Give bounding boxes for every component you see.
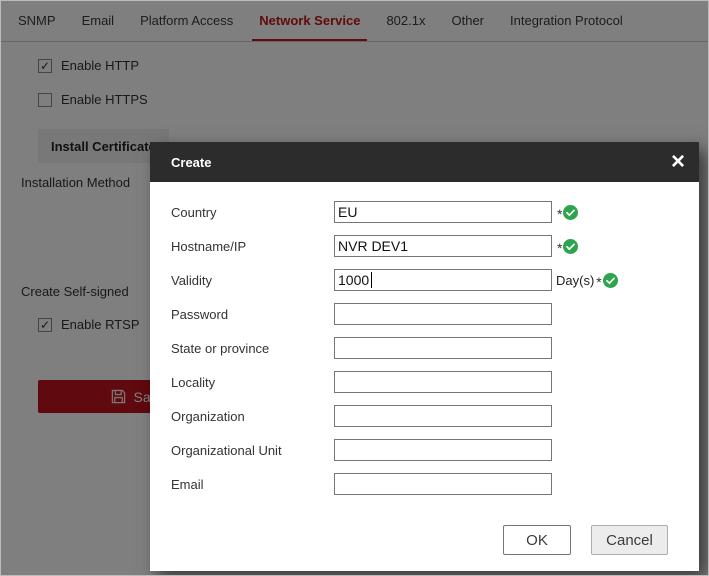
dialog-button-row: OK Cancel (503, 525, 668, 555)
valid-check-icon (603, 273, 618, 288)
close-icon[interactable]: × (671, 150, 685, 174)
organization-input[interactable] (334, 405, 552, 427)
network-service-settings-page: SNMP Email Platform Access Network Servi… (0, 0, 709, 576)
country-input[interactable] (334, 201, 552, 223)
form-row-organizational-unit: Organizational Unit (171, 439, 682, 461)
form-row-hostname: Hostname/IP * (171, 235, 682, 257)
email-label: Email (171, 477, 334, 492)
state-label: State or province (171, 341, 334, 356)
organizational-unit-label: Organizational Unit (171, 443, 334, 458)
hostname-suffix: * (556, 237, 578, 256)
password-label: Password (171, 307, 334, 322)
locality-label: Locality (171, 375, 334, 390)
form-row-locality: Locality (171, 371, 682, 393)
form-row-state: State or province (171, 337, 682, 359)
password-input[interactable] (334, 303, 552, 325)
form-row-country: Country * (171, 201, 682, 223)
locality-input[interactable] (334, 371, 552, 393)
form-row-validity: Validity Day(s) * (171, 269, 682, 291)
country-suffix: * (556, 203, 578, 222)
organization-label: Organization (171, 409, 334, 424)
email-input[interactable] (334, 473, 552, 495)
validity-input[interactable] (334, 269, 552, 291)
create-certificate-dialog: Create × Country * Hostname/IP * (150, 142, 699, 571)
ok-button[interactable]: OK (503, 525, 571, 555)
form-row-email: Email (171, 473, 682, 495)
validity-unit-label: Day(s) (556, 273, 594, 288)
dialog-body: Country * Hostname/IP * (150, 182, 699, 571)
dialog-header: Create × (150, 142, 699, 182)
required-asterisk: * (596, 274, 601, 290)
valid-check-icon (563, 239, 578, 254)
required-asterisk: * (557, 206, 562, 222)
country-label: Country (171, 205, 334, 220)
cancel-button[interactable]: Cancel (591, 525, 668, 555)
valid-check-icon (563, 205, 578, 220)
validity-suffix: Day(s) * (556, 271, 618, 290)
state-input[interactable] (334, 337, 552, 359)
hostname-input[interactable] (334, 235, 552, 257)
text-cursor (371, 272, 372, 288)
organizational-unit-input[interactable] (334, 439, 552, 461)
form-row-password: Password (171, 303, 682, 325)
dialog-title: Create (171, 155, 671, 170)
validity-label: Validity (171, 273, 334, 288)
required-asterisk: * (557, 240, 562, 256)
form-row-organization: Organization (171, 405, 682, 427)
hostname-label: Hostname/IP (171, 239, 334, 254)
